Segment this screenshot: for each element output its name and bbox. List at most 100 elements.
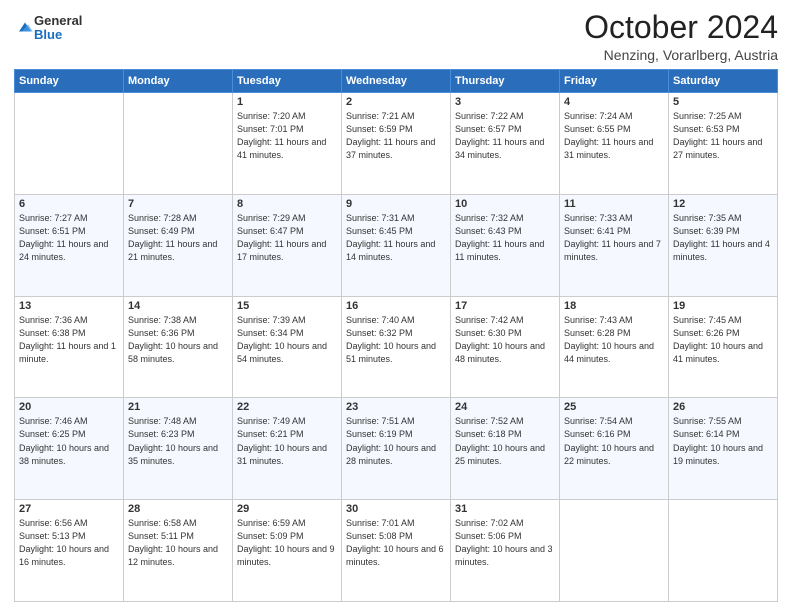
day-detail: Sunrise: 6:59 AM Sunset: 5:09 PM Dayligh… <box>237 517 337 569</box>
calendar-cell: 13 Sunrise: 7:36 AM Sunset: 6:38 PM Dayli… <box>15 296 124 398</box>
weekday-header-wednesday: Wednesday <box>342 70 451 93</box>
calendar-cell: 16 Sunrise: 7:40 AM Sunset: 6:32 PM Dayli… <box>342 296 451 398</box>
month-title: October 2024 <box>584 10 778 45</box>
calendar-cell: 21 Sunrise: 7:48 AM Sunset: 6:23 PM Dayli… <box>124 398 233 500</box>
day-detail: Sunrise: 7:33 AM Sunset: 6:41 PM Dayligh… <box>564 212 664 264</box>
day-detail: Sunrise: 7:25 AM Sunset: 6:53 PM Dayligh… <box>673 110 773 162</box>
calendar-cell: 8 Sunrise: 7:29 AM Sunset: 6:47 PM Daylig… <box>233 194 342 296</box>
calendar-table: SundayMondayTuesdayWednesdayThursdayFrid… <box>14 69 778 602</box>
day-detail: Sunrise: 7:55 AM Sunset: 6:14 PM Dayligh… <box>673 415 773 467</box>
day-number: 26 <box>673 401 773 413</box>
day-number: 10 <box>455 198 555 210</box>
day-detail: Sunrise: 7:01 AM Sunset: 5:08 PM Dayligh… <box>346 517 446 569</box>
calendar-cell: 28Sunrise: 6:58 AM Sunset: 5:11 PM Dayli… <box>124 500 233 602</box>
day-number: 28 <box>128 503 228 515</box>
day-number: 12 <box>673 198 773 210</box>
day-detail: Sunrise: 7:45 AM Sunset: 6:26 PM Dayligh… <box>673 314 773 366</box>
day-detail: Sunrise: 7:39 AM Sunset: 6:34 PM Dayligh… <box>237 314 337 366</box>
logo-icon <box>16 18 34 36</box>
day-number: 13 <box>19 300 119 312</box>
calendar-cell: 7 Sunrise: 7:28 AM Sunset: 6:49 PM Daylig… <box>124 194 233 296</box>
day-number: 21 <box>128 401 228 413</box>
header: General Blue October 2024 Nenzing, Vorar… <box>14 10 778 63</box>
day-number: 29 <box>237 503 337 515</box>
day-number: 8 <box>237 198 337 210</box>
day-detail: Sunrise: 7:22 AM Sunset: 6:57 PM Dayligh… <box>455 110 555 162</box>
day-detail: Sunrise: 7:28 AM Sunset: 6:49 PM Dayligh… <box>128 212 228 264</box>
day-detail: Sunrise: 7:48 AM Sunset: 6:23 PM Dayligh… <box>128 415 228 467</box>
day-number: 22 <box>237 401 337 413</box>
calendar-cell <box>560 500 669 602</box>
day-number: 19 <box>673 300 773 312</box>
weekday-header-thursday: Thursday <box>451 70 560 93</box>
day-detail: Sunrise: 7:24 AM Sunset: 6:55 PM Dayligh… <box>564 110 664 162</box>
calendar-cell: 27 Sunrise: 6:56 AM Sunset: 5:13 PM Dayli… <box>15 500 124 602</box>
day-detail: Sunrise: 7:31 AM Sunset: 6:45 PM Dayligh… <box>346 212 446 264</box>
day-number: 14 <box>128 300 228 312</box>
day-number: 24 <box>455 401 555 413</box>
calendar-week-3: 20Sunrise: 7:46 AM Sunset: 6:25 PM Dayli… <box>15 398 778 500</box>
weekday-header-saturday: Saturday <box>669 70 778 93</box>
calendar-cell: 1Sunrise: 7:20 AM Sunset: 7:01 PM Daylig… <box>233 93 342 195</box>
calendar-cell: 5 Sunrise: 7:25 AM Sunset: 6:53 PM Daylig… <box>669 93 778 195</box>
day-number: 16 <box>346 300 446 312</box>
calendar-week-1: 6 Sunrise: 7:27 AM Sunset: 6:51 PM Daylig… <box>15 194 778 296</box>
day-detail: Sunrise: 7:29 AM Sunset: 6:47 PM Dayligh… <box>237 212 337 264</box>
calendar-cell: 23 Sunrise: 7:51 AM Sunset: 6:19 PM Dayli… <box>342 398 451 500</box>
day-number: 30 <box>346 503 446 515</box>
calendar-cell: 20Sunrise: 7:46 AM Sunset: 6:25 PM Dayli… <box>15 398 124 500</box>
day-number: 7 <box>128 198 228 210</box>
day-number: 25 <box>564 401 664 413</box>
calendar-cell <box>15 93 124 195</box>
day-detail: Sunrise: 7:42 AM Sunset: 6:30 PM Dayligh… <box>455 314 555 366</box>
day-number: 4 <box>564 96 664 108</box>
page: General Blue October 2024 Nenzing, Vorar… <box>0 0 792 612</box>
day-number: 6 <box>19 198 119 210</box>
calendar-cell: 17Sunrise: 7:42 AM Sunset: 6:30 PM Dayli… <box>451 296 560 398</box>
day-detail: Sunrise: 7:40 AM Sunset: 6:32 PM Dayligh… <box>346 314 446 366</box>
calendar-cell: 26 Sunrise: 7:55 AM Sunset: 6:14 PM Dayli… <box>669 398 778 500</box>
day-detail: Sunrise: 7:51 AM Sunset: 6:19 PM Dayligh… <box>346 415 446 467</box>
logo-blue-text: Blue <box>34 28 82 42</box>
day-number: 23 <box>346 401 446 413</box>
calendar-cell: 18Sunrise: 7:43 AM Sunset: 6:28 PM Dayli… <box>560 296 669 398</box>
day-number: 9 <box>346 198 446 210</box>
weekday-header-sunday: Sunday <box>15 70 124 93</box>
calendar-cell <box>124 93 233 195</box>
calendar-cell: 11Sunrise: 7:33 AM Sunset: 6:41 PM Dayli… <box>560 194 669 296</box>
calendar-cell: 10 Sunrise: 7:32 AM Sunset: 6:43 PM Dayli… <box>451 194 560 296</box>
day-detail: Sunrise: 7:27 AM Sunset: 6:51 PM Dayligh… <box>19 212 119 264</box>
calendar-header-row: SundayMondayTuesdayWednesdayThursdayFrid… <box>15 70 778 93</box>
calendar-week-2: 13 Sunrise: 7:36 AM Sunset: 6:38 PM Dayli… <box>15 296 778 398</box>
day-detail: Sunrise: 7:36 AM Sunset: 6:38 PM Dayligh… <box>19 314 119 366</box>
day-number: 3 <box>455 96 555 108</box>
weekday-header-friday: Friday <box>560 70 669 93</box>
calendar-cell: 31Sunrise: 7:02 AM Sunset: 5:06 PM Dayli… <box>451 500 560 602</box>
calendar-cell <box>669 500 778 602</box>
calendar-cell: 15 Sunrise: 7:39 AM Sunset: 6:34 PM Dayli… <box>233 296 342 398</box>
day-number: 31 <box>455 503 555 515</box>
calendar-cell: 14 Sunrise: 7:38 AM Sunset: 6:36 PM Dayli… <box>124 296 233 398</box>
day-number: 15 <box>237 300 337 312</box>
day-detail: Sunrise: 7:35 AM Sunset: 6:39 PM Dayligh… <box>673 212 773 264</box>
day-number: 5 <box>673 96 773 108</box>
calendar-cell: 4 Sunrise: 7:24 AM Sunset: 6:55 PM Daylig… <box>560 93 669 195</box>
day-number: 20 <box>19 401 119 413</box>
weekday-header-monday: Monday <box>124 70 233 93</box>
calendar-week-4: 27 Sunrise: 6:56 AM Sunset: 5:13 PM Dayli… <box>15 500 778 602</box>
day-detail: Sunrise: 7:32 AM Sunset: 6:43 PM Dayligh… <box>455 212 555 264</box>
calendar-cell: 24Sunrise: 7:52 AM Sunset: 6:18 PM Dayli… <box>451 398 560 500</box>
calendar-cell: 3 Sunrise: 7:22 AM Sunset: 6:57 PM Daylig… <box>451 93 560 195</box>
day-detail: Sunrise: 6:56 AM Sunset: 5:13 PM Dayligh… <box>19 517 119 569</box>
day-number: 27 <box>19 503 119 515</box>
calendar-cell: 2Sunrise: 7:21 AM Sunset: 6:59 PM Daylig… <box>342 93 451 195</box>
weekday-header-tuesday: Tuesday <box>233 70 342 93</box>
calendar-cell: 9 Sunrise: 7:31 AM Sunset: 6:45 PM Daylig… <box>342 194 451 296</box>
calendar-cell: 6 Sunrise: 7:27 AM Sunset: 6:51 PM Daylig… <box>15 194 124 296</box>
calendar-cell: 30 Sunrise: 7:01 AM Sunset: 5:08 PM Dayli… <box>342 500 451 602</box>
logo-text: General Blue <box>34 14 82 43</box>
day-number: 18 <box>564 300 664 312</box>
day-detail: Sunrise: 7:54 AM Sunset: 6:16 PM Dayligh… <box>564 415 664 467</box>
day-detail: Sunrise: 7:38 AM Sunset: 6:36 PM Dayligh… <box>128 314 228 366</box>
calendar-week-0: 1Sunrise: 7:20 AM Sunset: 7:01 PM Daylig… <box>15 93 778 195</box>
